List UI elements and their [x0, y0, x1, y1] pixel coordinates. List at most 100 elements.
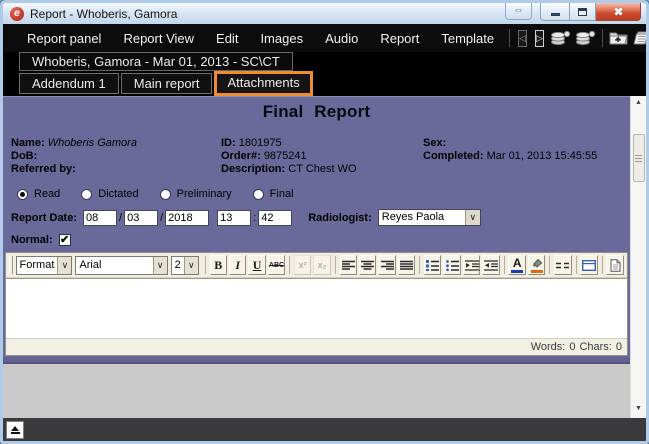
close-button[interactable] [596, 3, 641, 21]
radio-final[interactable]: Final [253, 188, 294, 200]
maximize-button[interactable] [569, 3, 596, 21]
nav-forward-button[interactable]: ▷ [535, 30, 544, 47]
description-field: Description: CT Chest WO [221, 163, 423, 176]
new-document-button[interactable] [606, 255, 623, 275]
save-final-button[interactable] [575, 28, 596, 48]
name-value: Whoberis Gamora [48, 137, 137, 149]
toolbar-grip [9, 256, 13, 274]
radiologist-value: Reyes Paola [379, 210, 465, 225]
open-folder-button[interactable] [609, 28, 629, 48]
italic-button[interactable]: I [229, 255, 246, 275]
underline-button[interactable]: U [248, 255, 265, 275]
app-logo-icon: e [10, 7, 24, 21]
normal-label: Normal: [11, 234, 53, 246]
strikethrough-button[interactable]: ABC [268, 255, 285, 275]
date-year-input[interactable] [165, 210, 209, 226]
justify-icon [400, 260, 413, 271]
radio-read-button[interactable] [17, 189, 28, 200]
menu-images[interactable]: Images [249, 28, 314, 49]
radio-dictated[interactable]: Dictated [81, 188, 138, 200]
format-value: Format [17, 257, 58, 274]
normal-row: Normal: ✔ [3, 226, 630, 251]
font-dropdown[interactable]: Arial ∨ [75, 256, 167, 275]
font-color-button[interactable]: A [508, 255, 525, 275]
menu-edit[interactable]: Edit [205, 28, 249, 49]
coin-stack-alt-icon [575, 30, 596, 47]
report-panel: Final Report Name: Whoberis Gamora ID: 1… [3, 96, 630, 418]
patient-study-label[interactable]: Whoberis, Gamora - Mar 01, 2013 - SC\CT [19, 52, 293, 71]
name-field: Name: Whoberis Gamora [11, 137, 221, 150]
tab-main-report[interactable]: Main report [121, 73, 213, 94]
outdent-icon [465, 260, 479, 271]
id-field: ID: 1801975 [221, 137, 423, 150]
justify-button[interactable] [398, 255, 415, 275]
toolbar-separator [576, 256, 577, 274]
insert-table-button[interactable] [580, 255, 597, 275]
report-text-area[interactable] [6, 278, 627, 338]
menu-report-panel[interactable]: Report panel [16, 28, 112, 49]
word-count-bar: Words: 0 Chars: 0 [6, 338, 627, 355]
date-month-input[interactable] [124, 210, 158, 226]
menu-report[interactable]: Report [369, 28, 430, 49]
indent-button[interactable] [482, 255, 499, 275]
bullet-list-icon [446, 260, 459, 271]
vertical-scrollbar[interactable]: ▲ ▼ [630, 96, 646, 418]
id-label: ID: [221, 137, 236, 149]
time-minute-input[interactable] [258, 210, 292, 226]
scrollbar-thumb[interactable] [633, 134, 645, 182]
minimize-button[interactable] [540, 3, 569, 21]
report-tabs-bar: Addendum 1 Main report Attachments [3, 71, 646, 96]
bullet-list-button[interactable] [443, 255, 460, 275]
radio-preliminary-button[interactable] [160, 189, 171, 200]
swap-window-button[interactable]: ⇔ [505, 3, 532, 20]
align-center-button[interactable] [359, 255, 376, 275]
menu-template[interactable]: Template [430, 28, 505, 49]
outdent-button[interactable] [463, 255, 480, 275]
scroll-down-icon[interactable]: ▼ [631, 404, 646, 416]
horizontal-rule-icon [556, 261, 569, 270]
chevron-down-icon[interactable]: ∨ [57, 257, 71, 274]
radiologist-label: Radiologist: [308, 212, 372, 224]
align-right-button[interactable] [378, 255, 395, 275]
tab-attachments[interactable]: Attachments [214, 71, 312, 96]
highlight-color-button[interactable] [528, 255, 545, 275]
window-title: Report - Whoberis, Gamora [30, 7, 177, 21]
chevron-down-icon[interactable]: ∨ [465, 210, 480, 225]
menu-audio[interactable]: Audio [314, 28, 369, 49]
horizontal-rule-button[interactable] [554, 255, 571, 275]
format-dropdown[interactable]: Format ∨ [16, 256, 73, 275]
menu-report-view[interactable]: Report View [112, 28, 205, 49]
time-hour-input[interactable] [217, 210, 251, 226]
font-size-dropdown[interactable]: 2 ∨ [171, 256, 199, 275]
report-status-radios: Read Dictated Preliminary Final [3, 176, 630, 200]
report-bottom-divider [3, 357, 630, 364]
date-day-input[interactable] [83, 210, 117, 226]
font-color-letter: A [513, 257, 522, 269]
nav-back-button[interactable]: ◁ [518, 30, 527, 47]
radio-preliminary[interactable]: Preliminary [160, 188, 232, 200]
toolbar-separator [419, 256, 420, 274]
expand-panel-button[interactable] [6, 421, 24, 439]
pages-button[interactable] [633, 28, 649, 48]
completed-label: Completed: [423, 150, 484, 162]
document-icon [610, 259, 621, 272]
radiologist-dropdown[interactable]: Reyes Paola ∨ [378, 209, 481, 226]
radio-final-button[interactable] [253, 189, 264, 200]
order-label: Order#: [221, 150, 261, 162]
align-center-icon [361, 260, 374, 271]
radio-read[interactable]: Read [17, 188, 60, 200]
order-field: Order#: 9875241 [221, 150, 423, 163]
tab-addendum-1[interactable]: Addendum 1 [19, 73, 119, 94]
normal-checkbox[interactable]: ✔ [59, 234, 71, 246]
scroll-up-icon[interactable]: ▲ [631, 98, 646, 110]
bold-button[interactable]: B [210, 255, 227, 275]
chevron-down-icon[interactable]: ∨ [153, 257, 167, 274]
ordered-list-button[interactable] [424, 255, 441, 275]
close-icon [613, 6, 624, 17]
align-left-button[interactable] [340, 255, 357, 275]
radio-dictated-button[interactable] [81, 189, 92, 200]
highlight-color-bar [531, 270, 543, 273]
save-draft-button[interactable] [550, 28, 571, 48]
chevron-down-icon[interactable]: ∨ [184, 257, 198, 274]
words-count: 0 [569, 341, 575, 353]
